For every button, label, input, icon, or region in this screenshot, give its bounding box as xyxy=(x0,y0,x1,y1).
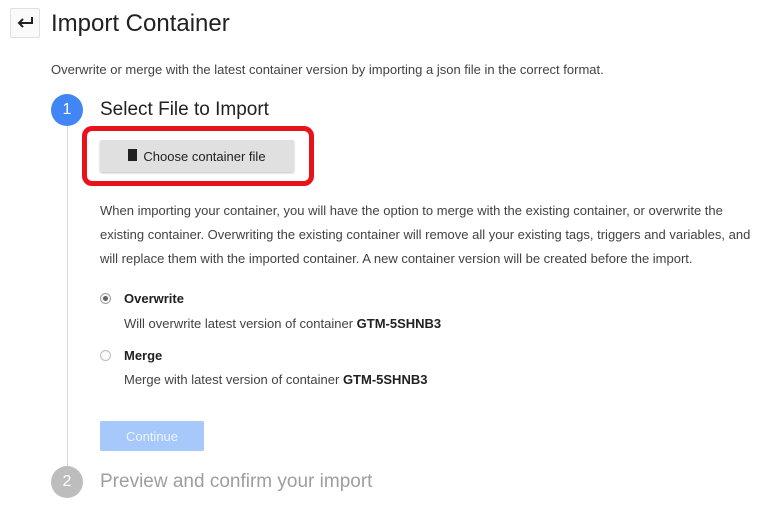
choose-container-file-button[interactable]: Choose container file xyxy=(100,140,294,172)
merge-label[interactable]: Merge xyxy=(124,347,162,365)
merge-radio[interactable] xyxy=(100,350,111,361)
merge-description: Merge with latest version of container G… xyxy=(124,371,427,389)
step-2-indicator: 2 xyxy=(51,466,83,498)
overwrite-description: Will overwrite latest version of contain… xyxy=(124,315,441,333)
choose-file-label: Choose container file xyxy=(143,148,266,164)
continue-button[interactable]: Continue xyxy=(100,421,204,451)
radio-selected-dot xyxy=(103,296,108,301)
overwrite-radio[interactable] xyxy=(100,293,111,304)
merge-description-text: Merge with latest version of container xyxy=(124,372,343,387)
stepper-line xyxy=(67,126,68,468)
step-1-title: Select File to Import xyxy=(100,99,269,120)
back-arrow-icon xyxy=(17,17,33,28)
import-info-text: When importing your container, you will … xyxy=(100,203,751,266)
merge-container-id: GTM-5SHNB3 xyxy=(342,372,428,387)
overwrite-container-id: GTM-5SHNB3 xyxy=(356,316,442,331)
back-button[interactable] xyxy=(10,8,40,38)
file-icon xyxy=(128,149,138,161)
overwrite-description-text: Will overwrite latest version of contain… xyxy=(124,316,357,331)
page-title: Import Container xyxy=(51,10,230,37)
page-description: Overwrite or merge with the latest conta… xyxy=(51,62,604,77)
overwrite-label[interactable]: Overwrite xyxy=(124,290,184,308)
step-1-indicator: 1 xyxy=(51,94,83,126)
step-2-title: Preview and confirm your import xyxy=(100,471,373,492)
